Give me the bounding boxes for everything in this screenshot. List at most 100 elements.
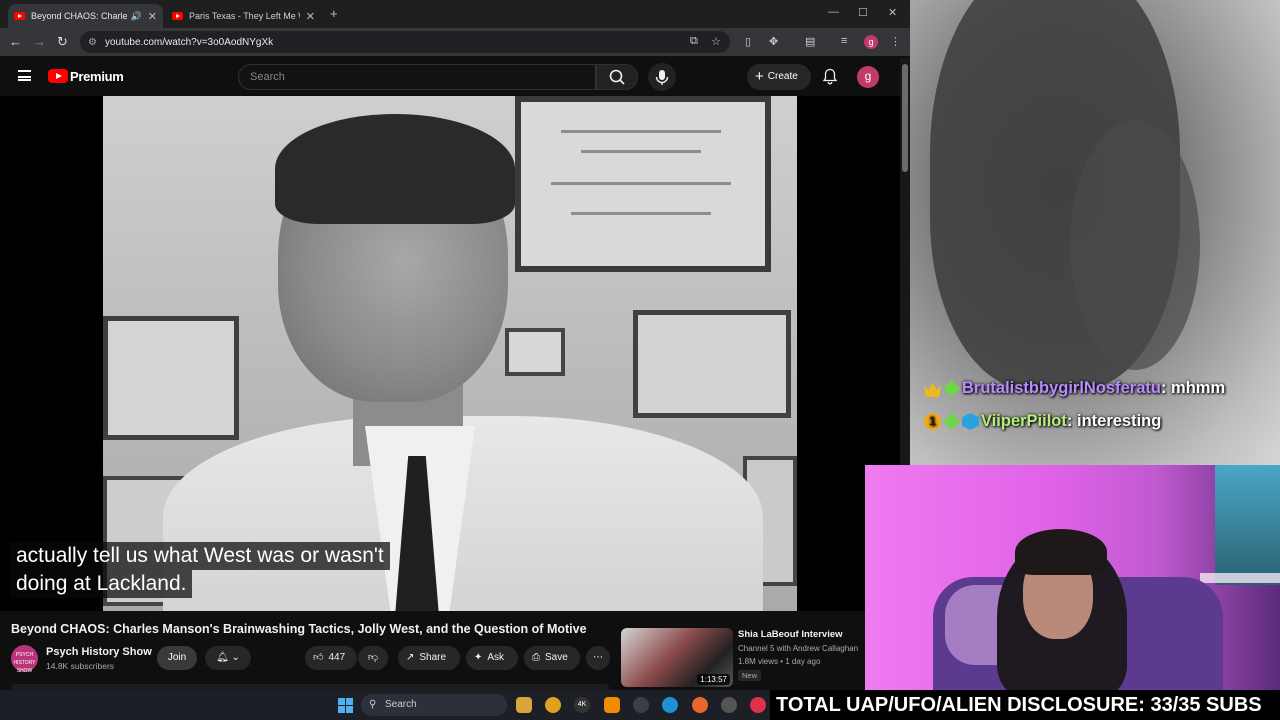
app-icon[interactable] bbox=[633, 697, 649, 713]
tier-one-badge-icon: 1 bbox=[924, 413, 941, 430]
save-button[interactable]: ⎙ Save bbox=[524, 646, 580, 670]
streamer-hair bbox=[1015, 529, 1107, 575]
recommended-title[interactable]: Shia LaBeouf Interview bbox=[738, 629, 843, 640]
reload-icon[interactable]: ↻ bbox=[57, 34, 68, 50]
hamburger-menu-icon[interactable] bbox=[18, 70, 31, 81]
subscriber-goal-banner: TOTAL UAP/UFO/ALIEN DISCLOSURE: 33/35 SU… bbox=[770, 690, 1280, 720]
back-icon[interactable]: ← bbox=[9, 34, 22, 50]
chevron-down-icon: ⌄ bbox=[231, 652, 240, 663]
app-icon[interactable] bbox=[545, 697, 561, 713]
bookmark-star-icon[interactable]: ☆ bbox=[711, 35, 721, 48]
caption-line-2: doing at Lackland. bbox=[10, 570, 193, 598]
share-button[interactable]: ↗ Share bbox=[398, 646, 460, 670]
account-avatar[interactable]: g bbox=[857, 66, 879, 88]
diploma-frame bbox=[103, 316, 239, 440]
tab-inactive[interactable]: Paris Texas - They Left Me With ✕ bbox=[166, 4, 321, 28]
subtitle-caption: actually tell us what West was or wasn't… bbox=[10, 542, 390, 598]
tab-active[interactable]: Beyond CHAOS: Charles M 🔊 ✕ bbox=[8, 4, 163, 28]
share-icon: ↗ bbox=[406, 652, 415, 663]
silhouette bbox=[1070, 120, 1200, 370]
shelf-light bbox=[1200, 573, 1280, 583]
chat-username: ViiperPiilot bbox=[981, 412, 1067, 430]
site-info-icon[interactable]: ⚙ bbox=[88, 37, 97, 48]
close-tab-icon[interactable]: ✕ bbox=[148, 10, 157, 23]
vlc-icon[interactable] bbox=[604, 697, 620, 713]
scrollbar-thumb[interactable] bbox=[902, 64, 908, 172]
voice-search-button[interactable] bbox=[648, 63, 676, 91]
chat-message: BrutalistbbygirlNosferatu: mhmm bbox=[924, 372, 1225, 405]
window-close-icon[interactable]: ✕ bbox=[888, 6, 897, 19]
bell-icon: 🔔︎ bbox=[216, 652, 229, 663]
maximize-icon[interactable]: ☐ bbox=[858, 6, 868, 19]
search-input[interactable]: Search bbox=[238, 64, 596, 90]
subscriber-count: 14.8K subscribers bbox=[46, 661, 115, 671]
ask-button[interactable]: ✦ Ask bbox=[466, 646, 518, 670]
video-duration: 1:13:57 bbox=[697, 674, 730, 685]
speaker-icon[interactable]: 🔊 bbox=[131, 11, 142, 22]
browser-toolbar: ← → ↻ ⚙ youtube.com/watch?v=3o0AodNYgXk … bbox=[0, 28, 910, 56]
puzzle-icon[interactable]: ✥ bbox=[769, 35, 778, 48]
new-tab-icon[interactable]: + bbox=[330, 6, 338, 21]
diploma-text-line bbox=[561, 130, 721, 133]
gem-badge-icon bbox=[943, 413, 960, 430]
file-explorer-icon[interactable] bbox=[516, 697, 532, 713]
diploma-text-line bbox=[571, 212, 711, 215]
chat-username: BrutalistbbygirlNosferatu bbox=[962, 379, 1161, 397]
firefox-icon[interactable] bbox=[692, 697, 708, 713]
create-button[interactable]: + Create bbox=[747, 64, 811, 90]
diploma-text-line bbox=[551, 182, 731, 185]
plus-icon: + bbox=[755, 68, 764, 85]
crown-badge-icon bbox=[924, 382, 941, 397]
bookmark-icon: ⎙ bbox=[532, 652, 540, 663]
diploma-text-line bbox=[581, 150, 701, 153]
channel-name[interactable]: Psych History Show bbox=[46, 646, 152, 658]
profile-avatar-icon[interactable]: g bbox=[864, 35, 878, 49]
notifications-bell-icon[interactable] bbox=[822, 68, 838, 85]
premium-logo-text[interactable]: Premium bbox=[70, 69, 124, 84]
create-label: Create bbox=[767, 71, 798, 82]
new-badge: New bbox=[738, 670, 762, 681]
address-bar[interactable]: ⚙ youtube.com/watch?v=3o0AodNYgXk ⧉ ☆ bbox=[80, 31, 730, 53]
diploma-frame bbox=[505, 328, 565, 376]
save-label: Save bbox=[545, 652, 568, 663]
window-background bbox=[1215, 465, 1280, 585]
forward-icon[interactable]: → bbox=[33, 34, 46, 50]
video-frame bbox=[103, 96, 797, 611]
youtube-logo-icon[interactable] bbox=[48, 69, 68, 83]
search-icon bbox=[609, 69, 625, 85]
thumbs-down-icon: 👎︎ bbox=[367, 652, 379, 663]
youtube-favicon-icon bbox=[14, 12, 25, 20]
recommended-channel[interactable]: Channel 5 with Andrew Callaghan bbox=[738, 644, 858, 653]
subscribe-bell-button[interactable]: 🔔︎ ⌄ bbox=[205, 646, 251, 670]
like-button[interactable]: 👍︎ 447 bbox=[305, 646, 357, 670]
taskbar-search[interactable]: ⚲ Search bbox=[361, 694, 507, 716]
chat-text: interesting bbox=[1076, 412, 1162, 430]
video-player[interactable]: actually tell us what West was or wasn't… bbox=[0, 96, 900, 611]
dislike-button[interactable]: 👎︎ bbox=[358, 646, 388, 670]
4k-app-icon[interactable]: 4K bbox=[574, 697, 590, 713]
close-tab-icon[interactable]: ✕ bbox=[306, 10, 315, 23]
video-title: Beyond CHAOS: Charles Manson's Brainwash… bbox=[11, 622, 587, 636]
app-icon[interactable] bbox=[721, 697, 737, 713]
cast-icon[interactable]: ⧉ bbox=[690, 35, 698, 48]
sidebar-icon[interactable]: ▤ bbox=[805, 35, 815, 48]
diploma-frame bbox=[633, 310, 791, 418]
recommended-thumbnail[interactable]: 1:13:57 bbox=[621, 628, 733, 687]
search-button[interactable] bbox=[596, 64, 638, 90]
more-actions-button[interactable]: ⋯ bbox=[586, 646, 610, 670]
url-text: youtube.com/watch?v=3o0AodNYgXk bbox=[104, 36, 274, 48]
ask-label: Ask bbox=[487, 652, 505, 663]
channel-avatar[interactable]: PSYCH HISTORY SHOW bbox=[11, 645, 38, 674]
youtube-favicon-icon bbox=[172, 12, 183, 20]
windows-start-icon[interactable] bbox=[338, 698, 353, 713]
app-icon[interactable] bbox=[750, 697, 766, 713]
menu-dots-icon[interactable]: ⋮ bbox=[890, 35, 901, 48]
recommended-meta: 1.8M views • 1 day ago bbox=[738, 657, 821, 666]
minimize-icon[interactable]: — bbox=[828, 6, 839, 18]
join-button[interactable]: Join bbox=[157, 646, 197, 670]
media-icon[interactable]: ≡ bbox=[841, 35, 847, 47]
youtube-masthead: Premium Search + Create g bbox=[0, 58, 900, 96]
gem-badge-icon bbox=[943, 380, 960, 397]
edge-icon[interactable] bbox=[662, 697, 678, 713]
extension-icon[interactable]: ▯ bbox=[745, 35, 751, 48]
